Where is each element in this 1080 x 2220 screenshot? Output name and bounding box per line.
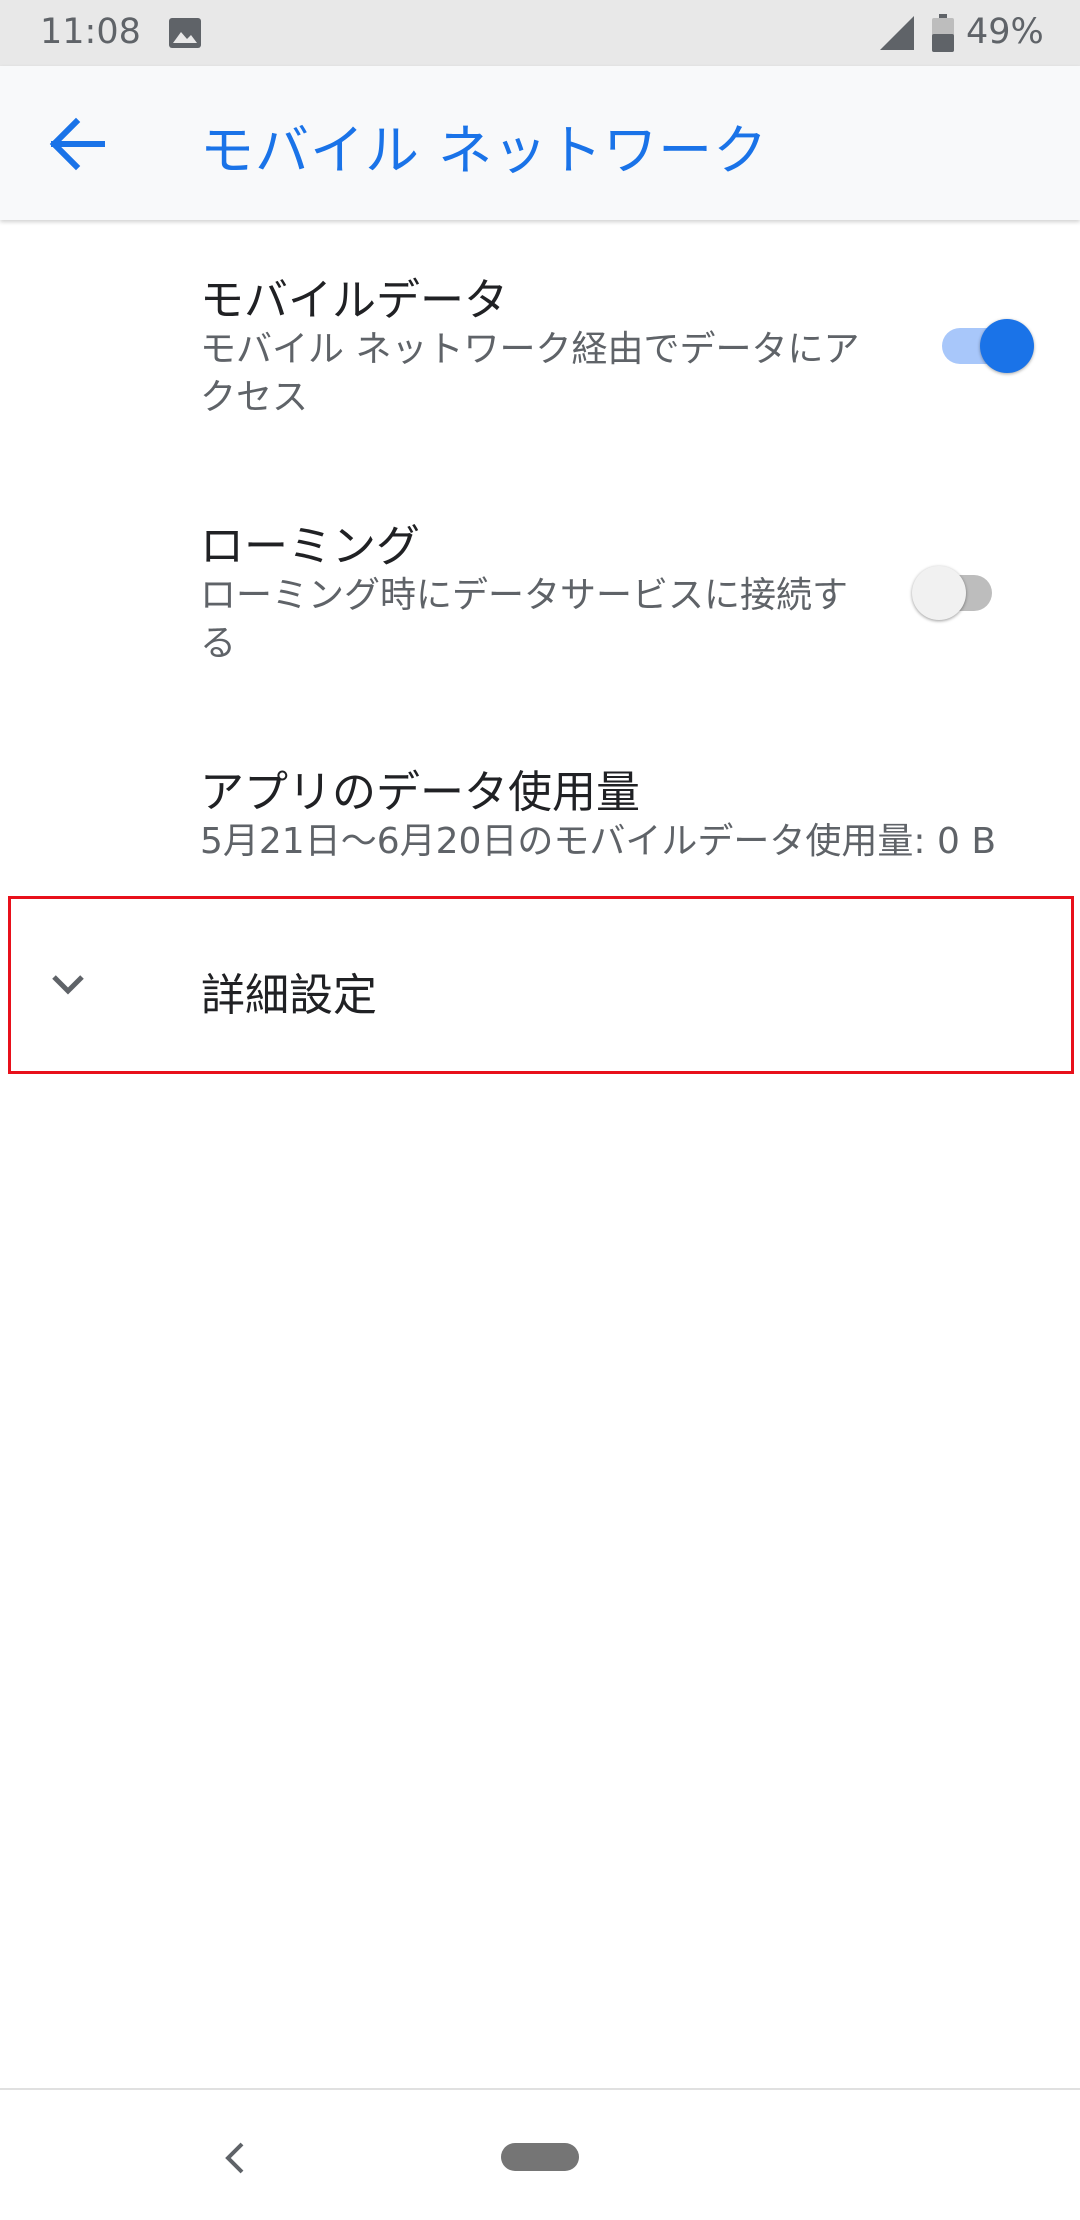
image-icon xyxy=(169,18,201,48)
status-time: 11:08 xyxy=(40,12,141,52)
roaming-toggle[interactable] xyxy=(910,556,1020,626)
pref-mobile-data[interactable]: モバイルデータ モバイル ネットワーク経由でデータにアクセス xyxy=(0,220,1080,466)
mobile-data-toggle[interactable] xyxy=(930,309,1040,379)
pref-summary: モバイル ネットワーク経由でデータにアクセス xyxy=(200,329,860,418)
back-button[interactable] xyxy=(40,114,116,174)
status-bar: 11:08 49% xyxy=(0,0,1080,66)
pref-summary: 5月21日〜6月20日のモバイルデータ使用量: 0 B xyxy=(200,821,997,862)
pref-summary: ローミング時にデータサービスに接続する xyxy=(200,575,849,664)
signal-icon xyxy=(880,16,914,50)
home-pill-icon[interactable] xyxy=(501,2143,579,2171)
pref-title: ローミング xyxy=(200,521,420,572)
toggle-thumb xyxy=(912,566,966,620)
pref-title: モバイルデータ xyxy=(200,275,508,326)
app-bar: モバイル ネットワーク xyxy=(0,66,1080,220)
battery-icon xyxy=(932,14,954,52)
advanced-settings-row[interactable]: 詳細設定 xyxy=(8,896,1074,1074)
arrow-back-icon xyxy=(49,117,105,171)
pref-app-data-usage[interactable]: アプリのデータ使用量 5月21日〜6月20日のモバイルデータ使用量: 0 B xyxy=(0,712,1080,896)
toggle-thumb xyxy=(980,319,1034,373)
pref-roaming[interactable]: ローミング ローミング時にデータサービスに接続する xyxy=(0,466,1080,712)
chevron-down-icon xyxy=(52,975,84,995)
page-title: モバイル ネットワーク xyxy=(200,119,769,182)
advanced-settings-label: 詳細設定 xyxy=(201,970,377,1021)
nav-back-icon[interactable] xyxy=(216,2138,256,2178)
navigation-bar xyxy=(0,2088,1080,2220)
battery-percent: 49% xyxy=(966,12,1044,52)
pref-title: アプリのデータ使用量 xyxy=(200,767,640,818)
